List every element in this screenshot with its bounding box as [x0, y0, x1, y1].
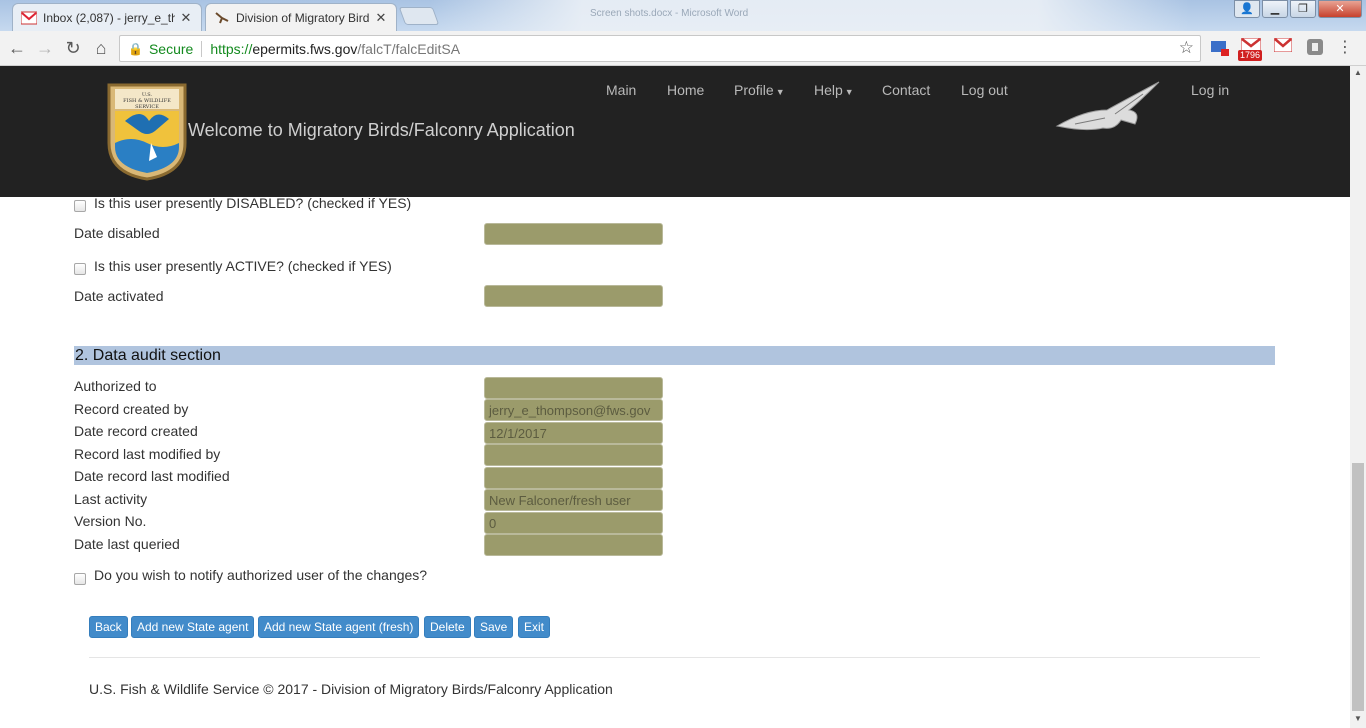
- authorized-to-field[interactable]: [484, 377, 663, 399]
- close-window-button[interactable]: ✕: [1318, 0, 1362, 18]
- tab-label: Division of Migratory Bird: [236, 10, 370, 25]
- gmail-icon: [21, 11, 37, 24]
- nav-login[interactable]: Log in: [1191, 82, 1229, 98]
- nav-main[interactable]: Main: [606, 82, 636, 98]
- nav-profile-dropdown[interactable]: Profile ▼: [734, 82, 785, 98]
- scroll-thumb[interactable]: [1352, 463, 1364, 711]
- nav-contact[interactable]: Contact: [882, 82, 930, 98]
- notify-checkbox[interactable]: [74, 573, 86, 585]
- forward-arrow-icon[interactable]: →: [34, 37, 56, 59]
- new-tab-button[interactable]: [398, 7, 440, 25]
- record-last-modified-by-field[interactable]: [484, 444, 663, 466]
- record-created-by-field[interactable]: jerry_e_thompson@fws.gov: [484, 399, 663, 421]
- record-created-by-label: Record created by: [74, 401, 189, 417]
- delete-button[interactable]: Delete: [424, 616, 471, 638]
- footer-text: U.S. Fish & Wildlife Service © 2017 - Di…: [89, 681, 613, 697]
- save-button[interactable]: Save: [474, 616, 514, 638]
- url-host: epermits.fws.gov: [252, 40, 358, 57]
- date-record-last-modified-field[interactable]: [484, 467, 663, 489]
- disabled-checkbox[interactable]: [74, 200, 86, 212]
- lock-icon: 🔒: [128, 41, 143, 56]
- last-activity-field[interactable]: New Falconer/fresh user: [484, 489, 663, 511]
- version-no-field[interactable]: 0: [484, 512, 663, 534]
- nav-profile-label: Profile: [734, 82, 774, 98]
- date-disabled-field[interactable]: [484, 223, 663, 245]
- url-scheme: https://: [210, 40, 253, 57]
- notify-question: Do you wish to notify authorized user of…: [94, 567, 428, 583]
- extension-grey-icon[interactable]: [1305, 38, 1325, 58]
- exit-button[interactable]: Exit: [518, 616, 551, 638]
- date-disabled-label: Date disabled: [74, 225, 160, 241]
- nav-help-dropdown[interactable]: Help ▼: [814, 82, 854, 98]
- active-question: Is this user presently ACTIVE? (checked …: [94, 258, 392, 274]
- authorized-to-label: Authorized to: [74, 378, 157, 394]
- gmail-icon[interactable]: [1273, 37, 1293, 58]
- browser-toolbar: ← → ↻ ⌂ 🔒 Secure https:// epermits.fws.g…: [0, 31, 1366, 66]
- svg-text:SERVICE: SERVICE: [135, 104, 159, 110]
- date-activated-field[interactable]: [484, 285, 663, 307]
- tab-migratory-birds[interactable]: Division of Migratory Bird ✕: [205, 3, 397, 31]
- back-arrow-icon[interactable]: ←: [6, 37, 28, 59]
- bookmark-star-icon[interactable]: ☆: [1179, 38, 1194, 58]
- date-last-queried-label: Date last queried: [74, 536, 180, 552]
- site-header: U.S. FISH & WILDLIFE SERVICE Welcome to …: [0, 66, 1350, 197]
- add-new-state-agent-button[interactable]: Add new State agent: [131, 616, 255, 638]
- user-icon[interactable]: 👤: [1234, 0, 1260, 18]
- data-audit-section-header: 2. Data audit section: [74, 346, 1275, 365]
- window-title-blur: [430, 0, 1190, 31]
- window-controls: 👤 ▁ ❐ ✕: [1234, 0, 1362, 18]
- date-activated-label: Date activated: [74, 288, 164, 304]
- add-new-state-agent-fresh-button[interactable]: Add new State agent (fresh): [258, 616, 420, 638]
- falcon-silhouette-image: [1055, 81, 1160, 131]
- nav-home[interactable]: Home: [667, 82, 704, 98]
- date-record-created-field[interactable]: 12/1/2017: [484, 422, 663, 444]
- date-record-created-label: Date record created: [74, 423, 198, 439]
- menu-kebab-icon[interactable]: ⋮: [1335, 38, 1355, 58]
- browser-tab-strip: Screen shots.docx - Microsoft Word Inbox…: [0, 0, 1366, 31]
- home-icon[interactable]: ⌂: [90, 37, 112, 59]
- disabled-question: Is this user presently DISABLED? (checke…: [94, 195, 412, 211]
- close-icon[interactable]: ✕: [374, 10, 388, 26]
- extension-badge: 1796: [1238, 50, 1263, 61]
- url-path: /falcT/falcEditSA: [357, 40, 461, 57]
- form-content: Is this user presently DISABLED? (checke…: [0, 195, 1350, 728]
- tab-gmail[interactable]: Inbox (2,087) - jerry_e_th ✕: [12, 3, 202, 31]
- secure-label: Secure: [148, 40, 194, 57]
- record-last-modified-by-label: Record last modified by: [74, 446, 221, 462]
- nav-help-label: Help: [814, 82, 843, 98]
- address-bar[interactable]: 🔒 Secure https:// epermits.fws.gov /falc…: [119, 35, 1201, 62]
- scroll-up-arrow-icon[interactable]: ▲: [1350, 68, 1366, 80]
- usfws-seal-logo: U.S. FISH & WILDLIFE SERVICE: [107, 83, 187, 181]
- back-button[interactable]: Back: [89, 616, 128, 638]
- caret-down-icon: ▼: [775, 87, 785, 97]
- nav-logout[interactable]: Log out: [961, 82, 1008, 98]
- date-last-queried-field[interactable]: [484, 534, 663, 556]
- extension-screen-icon[interactable]: [1210, 38, 1230, 58]
- last-activity-label: Last activity: [74, 491, 148, 507]
- version-no-label: Version No.: [74, 513, 147, 529]
- minimize-button[interactable]: ▁: [1262, 0, 1288, 18]
- active-checkbox[interactable]: [74, 263, 86, 275]
- caret-down-icon: ▼: [844, 87, 854, 97]
- welcome-title: Welcome to Migratory Birds/Falconry Appl…: [188, 120, 575, 140]
- falcon-icon: [215, 11, 229, 23]
- maximize-button[interactable]: ❐: [1290, 0, 1316, 18]
- window-title-text: Screen shots.docx - Microsoft Word: [590, 8, 749, 19]
- page-scrollbar[interactable]: ▲ ▼: [1350, 66, 1366, 728]
- footer-divider: [89, 657, 1260, 658]
- reload-icon[interactable]: ↻: [62, 37, 84, 59]
- tab-label: Inbox (2,087) - jerry_e_th: [43, 10, 175, 25]
- divider: [201, 40, 203, 57]
- close-icon[interactable]: ✕: [179, 10, 193, 26]
- date-record-last-modified-label: Date record last modified: [74, 468, 230, 484]
- scroll-down-arrow-icon[interactable]: ▼: [1350, 714, 1366, 726]
